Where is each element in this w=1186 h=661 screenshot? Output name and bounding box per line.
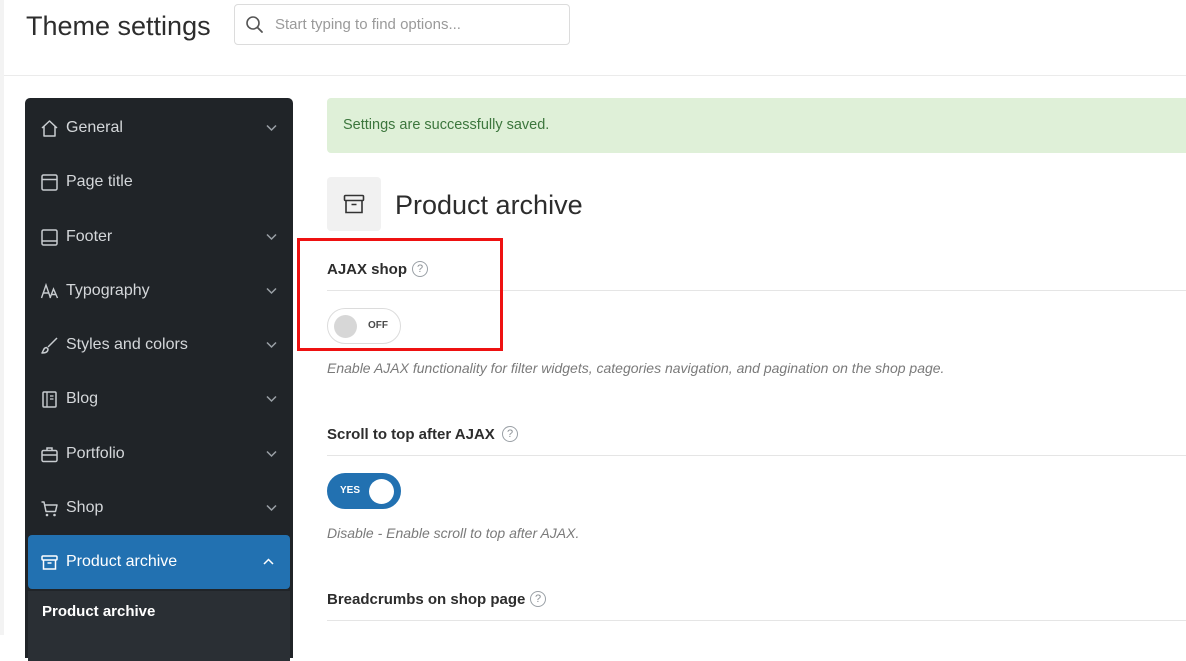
sidebar-subnav: Product archive	[28, 591, 290, 661]
search-box[interactable]	[234, 4, 570, 45]
page-title-icon	[41, 174, 58, 191]
sidebar: General Page title Footer Typography Sty…	[25, 98, 293, 661]
sidebar-item-typography[interactable]: Typography	[25, 264, 293, 318]
chevron-down-icon	[266, 287, 277, 295]
chevron-down-icon	[266, 341, 277, 349]
toggle-state-label: OFF	[368, 320, 388, 331]
scroll-to-top-toggle[interactable]: YES	[327, 473, 401, 509]
sidebar-item-label: Product archive	[66, 553, 178, 570]
sidebar-item-shop[interactable]: Shop	[25, 481, 293, 535]
chevron-down-icon	[266, 395, 277, 403]
briefcase-icon	[41, 447, 58, 463]
brush-icon	[41, 337, 58, 354]
sidebar-item-label: Typography	[66, 282, 150, 299]
home-icon	[41, 120, 58, 137]
option-divider	[327, 620, 1186, 621]
archive-icon	[41, 555, 58, 570]
sidebar-item-footer[interactable]: Footer	[25, 210, 293, 264]
chevron-up-icon	[263, 558, 274, 565]
option-title-scroll-to-top: Scroll to top after AJAX	[327, 426, 495, 443]
subnav-item-product-archive[interactable]: Product archive	[42, 603, 155, 620]
header-divider	[4, 75, 1186, 76]
toggle-knob	[334, 315, 357, 338]
sidebar-item-label: Footer	[66, 228, 113, 245]
chevron-down-icon	[266, 504, 277, 512]
search-icon	[246, 16, 263, 33]
notice-text: Settings are successfully saved.	[343, 117, 550, 133]
option-divider	[327, 455, 1186, 456]
left-edge-strip	[0, 0, 4, 635]
toggle-state-label: YES	[340, 485, 361, 496]
option-title-ajax-shop: AJAX shop	[327, 261, 408, 278]
toggle-knob	[369, 479, 394, 504]
option-description: Enable AJAX functionality for filter wid…	[327, 360, 945, 376]
sidebar-item-page-title[interactable]: Page title	[25, 155, 293, 209]
sidebar-item-portfolio[interactable]: Portfolio	[25, 427, 293, 481]
chevron-down-icon	[266, 124, 277, 132]
sidebar-item-label: Blog	[66, 390, 99, 407]
page-title: Theme settings	[26, 11, 211, 41]
section-title: Product archive	[395, 190, 583, 220]
option-divider	[327, 290, 1186, 291]
highlight-box	[297, 238, 503, 351]
ajax-shop-toggle[interactable]: OFF	[327, 308, 401, 344]
help-icon[interactable]: ?	[412, 261, 428, 277]
section-icon-box	[327, 177, 381, 231]
archive-icon	[343, 194, 365, 214]
option-title-breadcrumbs: Breadcrumbs on shop page	[327, 591, 526, 608]
success-notice: Settings are successfully saved.	[327, 98, 1186, 153]
help-icon[interactable]: ?	[530, 591, 546, 607]
cart-icon	[41, 501, 58, 517]
sidebar-item-general[interactable]: General	[25, 101, 293, 155]
chevron-down-icon	[266, 233, 277, 241]
blog-icon	[42, 391, 57, 408]
sidebar-item-label: General	[66, 119, 123, 136]
sidebar-item-styles-and-colors[interactable]: Styles and colors	[25, 318, 293, 372]
option-description: Disable - Enable scroll to top after AJA…	[327, 525, 580, 541]
sidebar-item-label: Page title	[66, 173, 133, 190]
sidebar-item-label: Portfolio	[66, 445, 125, 462]
sidebar-item-product-archive[interactable]: Product archive	[28, 535, 290, 589]
sidebar-item-blog[interactable]: Blog	[25, 372, 293, 426]
help-icon[interactable]: ?	[502, 426, 518, 442]
typography-icon	[40, 282, 59, 299]
search-input[interactable]	[275, 5, 560, 44]
chevron-down-icon	[266, 450, 277, 458]
footer-icon	[41, 229, 58, 246]
sidebar-item-label: Shop	[66, 499, 104, 516]
sidebar-item-label: Styles and colors	[66, 336, 188, 353]
